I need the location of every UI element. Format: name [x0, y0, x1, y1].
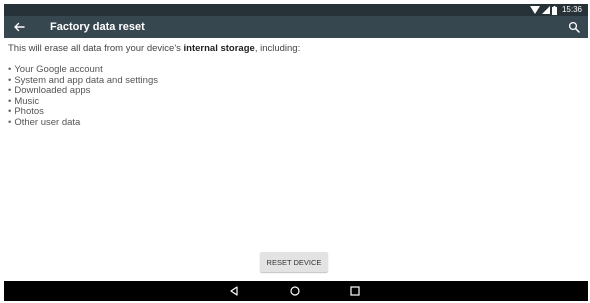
screen: 15:36 Factory data reset This will erase… [0, 0, 590, 303]
app-bar: Factory data reset [4, 16, 588, 38]
wifi-icon [529, 6, 540, 14]
list-item: Photos [8, 107, 584, 118]
intro-text: This will erase all data from your devic… [8, 42, 584, 55]
navigation-bar [4, 281, 588, 301]
list-item: Your Google account [8, 64, 584, 76]
content-area: This will erase all data from your devic… [8, 42, 584, 129]
back-nav-icon[interactable] [228, 285, 240, 297]
search-icon[interactable] [568, 21, 580, 33]
status-bar: 15:36 [4, 4, 588, 16]
reset-device-button[interactable]: RESET DEVICE [260, 252, 328, 272]
home-icon[interactable] [289, 285, 301, 297]
list-item: System and app data and settings [8, 75, 584, 87]
recents-icon[interactable] [349, 285, 361, 297]
intro-suffix: , including: [254, 43, 301, 54]
intro-prefix: This will erase all data from your devic… [8, 43, 184, 54]
battery-icon [551, 5, 557, 15]
erase-list: Your Google account System and app data … [8, 64, 584, 129]
status-time: 15:36 [561, 5, 582, 14]
list-item: Downloaded apps [8, 86, 584, 97]
intro-bold: internal storage [183, 43, 255, 54]
page-title: Factory data reset [50, 21, 145, 33]
list-item: Music [8, 96, 584, 108]
list-item: Other user data [8, 117, 584, 129]
arrow-back-icon[interactable] [12, 20, 26, 34]
status-icons: 15:36 [529, 4, 588, 16]
signal-icon [541, 6, 550, 14]
